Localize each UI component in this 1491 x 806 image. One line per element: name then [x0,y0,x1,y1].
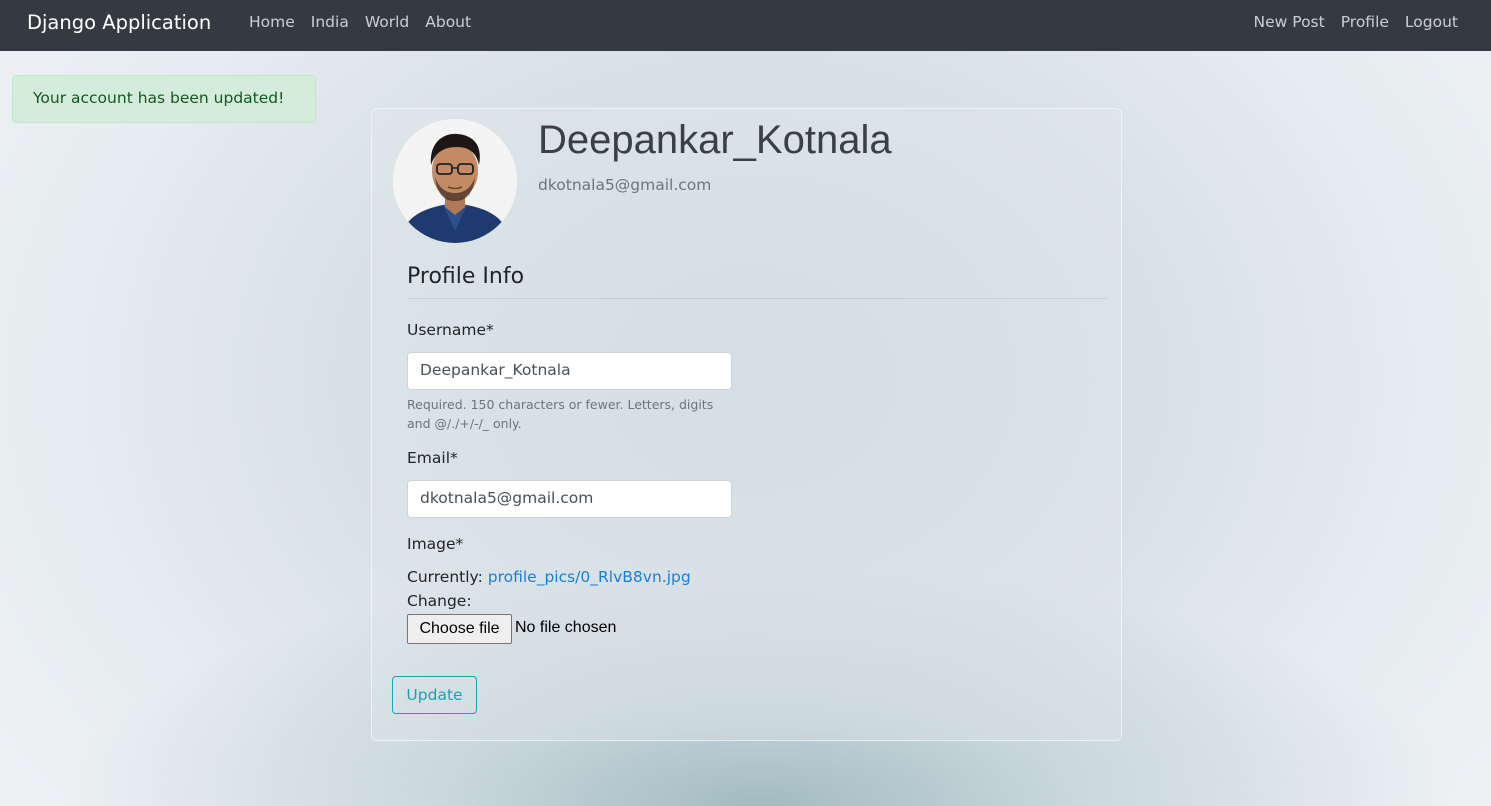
success-alert: Your account has been updated! [12,75,316,123]
legend-divider [407,298,1107,299]
nav-link-logout[interactable]: Logout [1405,13,1458,31]
nav-link-home[interactable]: Home [249,13,295,31]
current-image-link[interactable]: profile_pics/0_RlvB8vn.jpg [488,568,691,586]
username-input[interactable]: Deepankar_Kotnala [407,352,732,390]
nav-link-india[interactable]: India [311,13,349,31]
choose-file-button[interactable]: Choose file [407,614,512,644]
top-navbar: Django Application Home India World Abou… [0,0,1491,51]
navbar-brand[interactable]: Django Application [27,11,211,34]
update-button[interactable]: Update [392,676,477,714]
nav-right-links: New Post Profile Logout [1254,13,1458,31]
nav-link-about[interactable]: About [425,13,471,31]
nav-left-links: Home India World About [249,13,471,31]
image-label: Image* [407,535,464,553]
profile-username-heading: Deepankar_Kotnala [538,118,892,162]
email-input[interactable]: dkotnala5@gmail.com [407,480,732,518]
user-photo-avatar [393,119,517,243]
username-help-text: Required. 150 characters or fewer. Lette… [407,397,714,431]
current-image-row: Currently: profile_pics/0_RlvB8vn.jpg [407,568,691,586]
change-label: Change: [407,592,472,610]
email-label: Email* [407,449,458,467]
nav-link-world[interactable]: World [365,13,409,31]
nav-link-profile[interactable]: Profile [1341,13,1389,31]
currently-label: Currently: [407,568,483,586]
form-legend: Profile Info [407,264,525,289]
profile-email: dkotnala5@gmail.com [538,176,712,194]
nav-link-new-post[interactable]: New Post [1254,13,1325,31]
no-file-chosen-text: No file chosen [515,619,617,636]
username-label: Username* [407,321,494,339]
